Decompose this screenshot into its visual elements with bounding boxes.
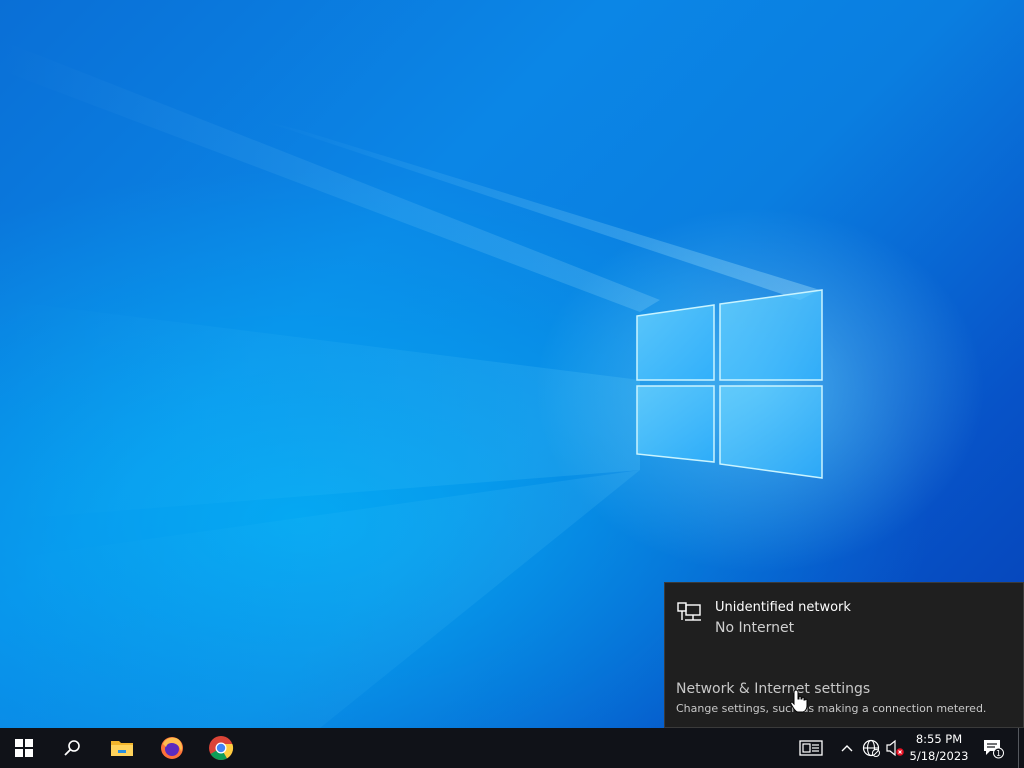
chrome-button[interactable] — [197, 728, 245, 768]
news-and-interests-icon — [799, 740, 823, 756]
clock-time: 8:55 PM — [915, 732, 963, 746]
search-button[interactable] — [48, 728, 96, 768]
volume-muted-icon — [886, 739, 904, 757]
start-button[interactable] — [0, 728, 48, 768]
volume-tray-button[interactable] — [884, 728, 906, 768]
action-center-button[interactable]: 1 — [978, 728, 1008, 768]
firefox-button[interactable] — [148, 728, 196, 768]
clock[interactable]: 8:55 PM 5/18/2023 — [908, 731, 970, 765]
chevron-up-icon — [841, 745, 853, 752]
hand-pointer-cursor — [790, 689, 808, 713]
network-settings-link[interactable]: Network & Internet settings — [676, 680, 870, 698]
network-name: Unidentified network — [715, 600, 851, 615]
search-icon — [64, 740, 80, 756]
notification-icon: 1 — [984, 740, 1004, 759]
chrome-icon — [209, 736, 234, 761]
show-desktop-button[interactable] — [1018, 728, 1019, 768]
firefox-icon — [161, 737, 183, 759]
network-item[interactable]: Unidentified network No Internet — [675, 599, 851, 639]
network-settings-description: Change settings, such as making a connec… — [676, 702, 987, 715]
taskbar: 8:55 PM 5/18/2023 1 — [0, 728, 1024, 768]
network-status: No Internet — [715, 620, 795, 636]
clock-date: 5/18/2023 — [909, 749, 969, 763]
wired-network-icon — [677, 602, 701, 621]
network-globe-icon — [862, 739, 880, 757]
news-and-interests-button[interactable] — [796, 728, 826, 768]
network-flyout: Unidentified network No Internet Network… — [664, 582, 1024, 728]
show-hidden-icons-button[interactable] — [838, 728, 856, 768]
windows-logo-icon — [15, 739, 33, 757]
file-explorer-button[interactable] — [98, 728, 146, 768]
network-tray-button[interactable] — [860, 728, 882, 768]
notification-count: 1 — [996, 749, 1001, 758]
folder-icon — [111, 741, 133, 756]
